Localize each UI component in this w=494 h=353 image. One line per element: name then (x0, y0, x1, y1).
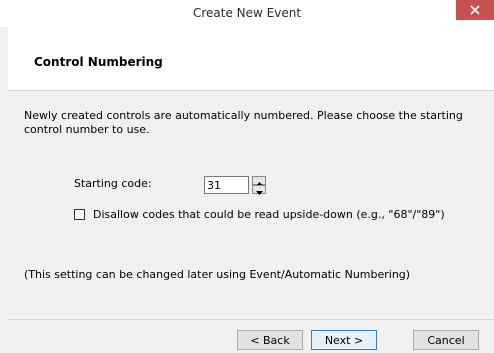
cancel-button[interactable]: Cancel (413, 330, 479, 350)
disallow-upside-down-checkbox[interactable] (74, 209, 85, 220)
title-bar[interactable]: Create New Event (0, 0, 494, 27)
description-text: Newly created controls are automatically… (24, 109, 463, 136)
settings-note: (This setting can be changed later using… (24, 268, 411, 281)
arrow-down-icon (255, 180, 263, 199)
close-button[interactable] (456, 0, 494, 20)
content-panel: Newly created controls are automatically… (8, 91, 494, 319)
window-title: Create New Event (192, 6, 302, 20)
next-button[interactable]: Next > (311, 330, 377, 350)
disallow-upside-down-option[interactable]: Disallow codes that could be read upside… (74, 208, 445, 221)
starting-code-input[interactable] (204, 176, 249, 194)
starting-code-stepper (204, 176, 268, 195)
stepper-down-button[interactable] (252, 185, 266, 195)
starting-code-label: Starting code: (74, 177, 152, 190)
stepper-buttons (252, 176, 266, 195)
footer-divider (8, 319, 494, 320)
dialog-window: Create New Event Control Numbering Newly… (0, 0, 494, 353)
close-icon (470, 5, 480, 15)
page-title: Control Numbering (34, 55, 163, 69)
header-panel: Control Numbering (8, 27, 494, 91)
disallow-upside-down-label[interactable]: Disallow codes that could be read upside… (93, 208, 445, 221)
back-button[interactable]: < Back (237, 330, 303, 350)
